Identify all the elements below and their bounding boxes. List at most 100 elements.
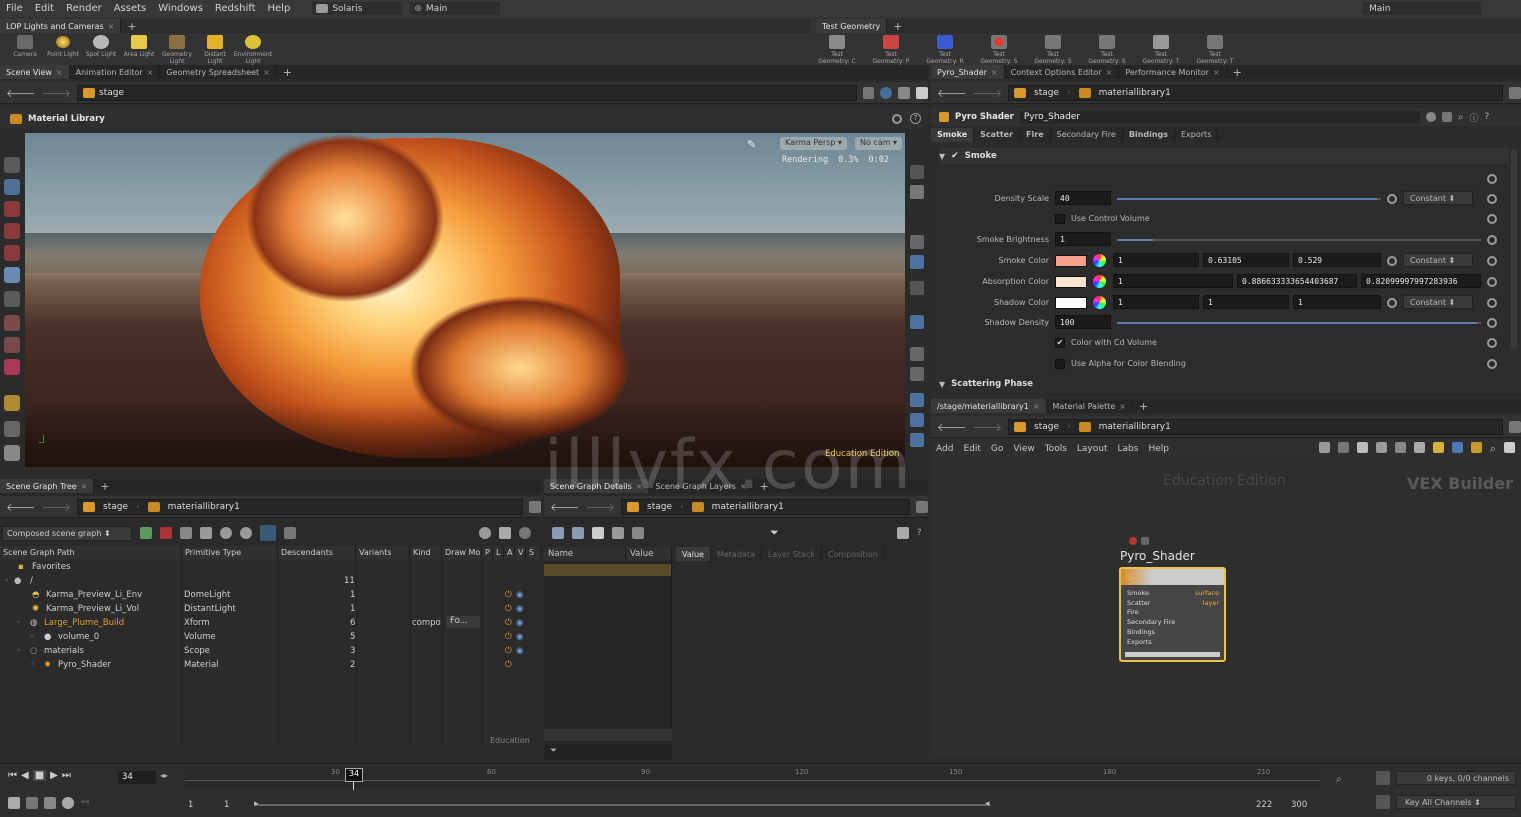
menu-windows[interactable]: Windows — [152, 3, 209, 14]
lighting-icon[interactable] — [910, 255, 924, 269]
shadow-color-constant[interactable]: Constant ⬍ — [1403, 295, 1473, 309]
handle-tool-icon[interactable] — [4, 337, 20, 353]
tool-camera[interactable]: Camera — [6, 35, 44, 65]
tool-test-geometry-t2[interactable]: Test Geometry: T — [1196, 35, 1234, 65]
rows-icon[interactable] — [612, 527, 624, 539]
sg-mode-select[interactable]: Composed scene graph ⬍ — [2, 525, 132, 541]
output-surface[interactable]: surface — [1195, 589, 1219, 599]
close-icon[interactable]: × — [991, 68, 998, 77]
edit-parameter-icon[interactable] — [1441, 112, 1452, 122]
subtab-metadata[interactable]: Metadata — [711, 547, 762, 561]
tab-context-options[interactable]: Context Options Editor × — [1005, 65, 1120, 79]
shadow-color-swatch[interactable] — [1055, 297, 1087, 309]
audio-icon[interactable] — [8, 797, 20, 809]
pin-icon[interactable] — [1509, 86, 1521, 99]
back-arrow-icon[interactable]: 🡐 — [6, 86, 36, 100]
pencil-icon[interactable]: ✎ — [747, 138, 756, 151]
xray-icon[interactable] — [910, 413, 924, 427]
shelf-tab-lights[interactable]: LOP Lights and Cameras × — [0, 19, 122, 33]
pin-icon[interactable] — [529, 500, 541, 513]
tab-network-path[interactable]: /stage/materiallibrary1 × — [931, 399, 1047, 413]
menu-help[interactable]: Help — [262, 3, 297, 14]
net-menu-help[interactable]: Help — [1143, 444, 1174, 454]
menu-edit[interactable]: Edit — [29, 3, 60, 14]
network-box-icon[interactable] — [1451, 442, 1463, 453]
use-alpha-checkbox[interactable] — [1055, 359, 1065, 369]
close-icon[interactable]: × — [56, 68, 63, 77]
tab-scene-graph-layers[interactable]: Scene Graph Layers × — [649, 479, 754, 493]
flip-icon[interactable] — [910, 433, 924, 447]
shadow-color-r[interactable]: 1 — [1113, 295, 1199, 309]
magnet-tool-icon[interactable] — [4, 359, 20, 375]
subtab-smoke[interactable]: Smoke — [931, 127, 975, 142]
light-active-icon[interactable]: ⏻ — [505, 604, 512, 614]
camera-snapshot-icon[interactable] — [896, 527, 909, 539]
tab-performance-monitor[interactable]: Performance Monitor × — [1119, 65, 1227, 79]
visibility-icon[interactable]: ◉ — [516, 646, 523, 656]
realtime-icon[interactable] — [26, 797, 38, 809]
add-tab-icon[interactable]: + — [1227, 66, 1248, 79]
color-cd-volume-checkbox[interactable]: ✔ — [1055, 338, 1065, 348]
density-scale-field[interactable]: 40 — [1055, 191, 1111, 205]
pin-icon[interactable] — [1509, 420, 1521, 433]
deactivate-icon[interactable] — [160, 527, 172, 539]
net-menu-add[interactable]: Add — [931, 444, 958, 454]
smoke-brightness-field[interactable]: 1 — [1055, 232, 1111, 246]
flatten-icon[interactable] — [180, 527, 192, 539]
add-shelf-icon[interactable]: + — [121, 20, 142, 33]
input-scatter[interactable]: Scatter — [1127, 599, 1175, 609]
search-icon[interactable]: ⌕ — [1490, 442, 1496, 456]
gear-icon[interactable] — [1387, 194, 1397, 204]
channel-icon[interactable] — [1376, 795, 1390, 809]
tool-test-geometry-s2[interactable]: Test Geometry: S — [1034, 35, 1072, 65]
subtab-scatter[interactable]: Scatter — [974, 127, 1021, 142]
gear-icon[interactable] — [892, 114, 902, 124]
range-start-handle[interactable]: ▸ — [254, 799, 259, 809]
pin-icon[interactable] — [916, 500, 928, 513]
safe-area-icon[interactable] — [910, 347, 924, 361]
active-icon[interactable]: ⏻ — [505, 618, 512, 628]
subtab-composition[interactable]: Composition — [822, 547, 885, 561]
col-p[interactable]: P — [482, 546, 493, 560]
collapse-arrow-icon[interactable]: ▼ — [939, 152, 945, 161]
viewer-path-field[interactable]: stage — [77, 84, 857, 101]
node-name-field[interactable]: Pyro_Shader — [1019, 110, 1420, 124]
shadow-density-field[interactable]: 100 — [1055, 315, 1111, 329]
skip-icon[interactable]: ◂◂ — [80, 797, 89, 809]
col-a[interactable]: A — [504, 546, 515, 560]
tool-test-geometry-c[interactable]: Test Geometry: C — [818, 35, 856, 65]
back-arrow-icon[interactable]: 🡐 — [937, 86, 967, 100]
range-end-handle[interactable]: ◂ — [985, 799, 990, 809]
input-fire[interactable]: Fire — [1127, 608, 1175, 618]
expand-arrow-icon[interactable]: ◦ — [16, 646, 21, 656]
input-secondary-fire[interactable]: Secondary Fire — [1127, 618, 1175, 628]
pick-icon[interactable] — [260, 525, 276, 541]
subtab-fire[interactable]: Fire — [1020, 127, 1051, 142]
gear-icon[interactable] — [1487, 256, 1497, 266]
menu-redshift[interactable]: Redshift — [209, 3, 262, 14]
input-smoke[interactable]: Smoke — [1127, 589, 1175, 599]
sculpt-tool-icon[interactable] — [4, 445, 20, 461]
camera-tool-icon[interactable] — [4, 291, 20, 307]
gear-icon[interactable] — [1487, 277, 1497, 287]
menu-file[interactable]: File — [0, 3, 29, 14]
camera-menu[interactable]: No cam ▾ — [855, 137, 903, 150]
details-filter-bar[interactable]: ⏷ — [544, 744, 672, 760]
pin-icon[interactable] — [862, 86, 875, 99]
bypass-flag-icon[interactable] — [1129, 537, 1137, 545]
active-icon[interactable]: ⏻ — [505, 660, 512, 670]
search-icon[interactable] — [240, 527, 252, 539]
rotate-tool-icon[interactable] — [4, 223, 20, 239]
tool-area-light[interactable]: Area Light — [120, 35, 158, 65]
tool-test-geometry-t1[interactable]: Test Geometry: T — [1142, 35, 1180, 65]
help-icon[interactable] — [519, 527, 531, 539]
link-icon[interactable] — [880, 86, 893, 99]
timer-icon[interactable] — [62, 797, 74, 809]
expand-arrow-icon[interactable]: ◦ — [30, 660, 35, 670]
subtab-layer-stack[interactable]: Layer Stack — [762, 547, 822, 561]
gear-icon[interactable] — [1487, 214, 1497, 224]
paint-tool-icon[interactable] — [4, 395, 20, 411]
subtab-value[interactable]: Value — [676, 547, 711, 561]
key-all-channels-select[interactable]: Key All Channels ⬍ — [1396, 795, 1516, 809]
desktop-select[interactable]: Solaris — [312, 2, 403, 15]
